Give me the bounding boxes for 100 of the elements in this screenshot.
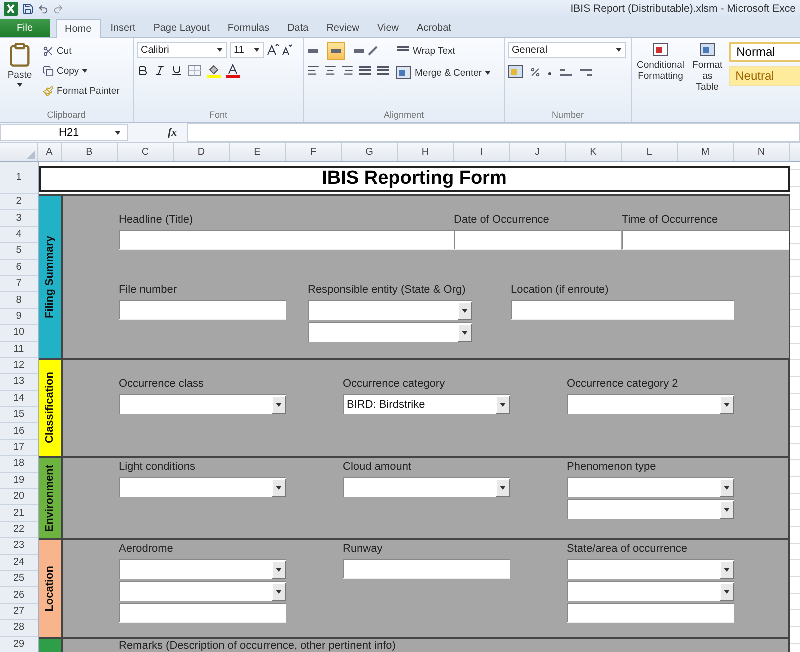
column-header[interactable]: K <box>566 143 622 161</box>
text-field[interactable] <box>454 230 621 250</box>
column-header[interactable]: J <box>510 143 566 161</box>
column-header[interactable]: E <box>230 143 286 161</box>
dropdown-button[interactable] <box>720 560 734 579</box>
font-size-dropdown[interactable]: 11 <box>230 42 264 58</box>
underline-icon[interactable] <box>171 65 183 77</box>
dropdown-field[interactable] <box>567 394 734 414</box>
row-header[interactable]: 13 <box>0 374 38 391</box>
vertical-align-button[interactable] <box>327 42 345 60</box>
text-field[interactable] <box>119 603 286 624</box>
align-center-icon[interactable] <box>324 64 337 77</box>
number-format-dropdown[interactable]: General <box>508 42 626 58</box>
dropdown-field[interactable] <box>567 499 734 520</box>
row-header[interactable]: 16 <box>0 423 38 440</box>
row-header[interactable]: 18 <box>0 456 38 473</box>
row-header[interactable]: 25 <box>0 570 38 588</box>
row-header[interactable]: 7 <box>0 276 38 292</box>
text-field[interactable] <box>343 559 510 580</box>
text-field[interactable] <box>567 603 734 624</box>
ribbon-tab[interactable]: Formulas <box>220 19 278 37</box>
cell-style-item[interactable]: Normal <box>728 42 800 62</box>
ribbon-tab[interactable]: Acrobat <box>408 19 460 37</box>
row-header[interactable]: 9 <box>0 308 38 326</box>
align-right-icon[interactable] <box>341 64 354 77</box>
dropdown-field[interactable] <box>119 581 286 602</box>
dropdown-button[interactable] <box>496 478 510 497</box>
ribbon-tab[interactable]: Page Layout <box>146 19 218 37</box>
increase-decimal-icon[interactable] <box>559 66 573 78</box>
dropdown-field[interactable] <box>308 300 472 320</box>
dropdown-field[interactable] <box>308 322 472 342</box>
decrease-decimal-icon[interactable] <box>579 66 593 78</box>
dropdown-button[interactable] <box>272 582 286 601</box>
row-header[interactable]: 17 <box>0 440 38 456</box>
dropdown-button[interactable] <box>272 560 286 579</box>
wrap-text-button[interactable]: Wrap Text <box>394 42 494 60</box>
dropdown-button[interactable] <box>272 478 286 497</box>
row-header[interactable]: 23 <box>0 538 38 555</box>
dropdown-button[interactable] <box>458 324 472 342</box>
row-header[interactable]: 6 <box>0 260 38 276</box>
dropdown-button[interactable] <box>720 500 734 519</box>
dropdown-field[interactable] <box>119 559 286 580</box>
column-header[interactable]: N <box>734 143 790 161</box>
cell-style-item[interactable]: Neutral <box>728 66 800 86</box>
column-header[interactable]: G <box>342 143 398 161</box>
text-field[interactable] <box>511 300 734 320</box>
dropdown-field[interactable] <box>567 581 734 602</box>
column-header[interactable]: F <box>286 143 342 161</box>
row-header[interactable]: 22 <box>0 522 38 538</box>
row-header[interactable]: 24 <box>0 554 38 571</box>
fill-color-icon[interactable] <box>207 64 221 78</box>
row-header[interactable]: 3 <box>0 210 38 227</box>
format-painter-button[interactable]: Format Painter <box>41 82 122 100</box>
row-header[interactable]: 10 <box>0 325 38 342</box>
bold-icon[interactable] <box>137 65 149 77</box>
dropdown-button[interactable] <box>720 582 734 601</box>
row-header[interactable]: 12 <box>0 358 38 374</box>
dropdown-button[interactable] <box>720 396 734 414</box>
column-header[interactable]: M <box>678 143 734 161</box>
dropdown-button[interactable] <box>458 302 472 320</box>
copy-button[interactable]: Copy <box>41 62 122 80</box>
dropdown-button[interactable] <box>496 396 510 414</box>
ribbon-tab[interactable]: Data <box>280 19 317 37</box>
row-header[interactable]: 2 <box>0 194 38 210</box>
dropdown-field[interactable] <box>567 559 734 580</box>
column-header[interactable]: D <box>174 143 230 161</box>
paste-button[interactable]: Paste <box>3 42 37 108</box>
column-header[interactable]: A <box>38 143 62 161</box>
dropdown-field[interactable] <box>119 394 286 414</box>
file-tab[interactable]: File <box>0 19 50 37</box>
row-header[interactable]: 21 <box>0 505 38 522</box>
save-icon[interactable] <box>22 3 34 15</box>
text-field[interactable] <box>622 230 789 250</box>
row-header[interactable]: 11 <box>0 342 38 358</box>
borders-icon[interactable] <box>188 65 202 77</box>
row-header[interactable]: 4 <box>0 226 38 244</box>
grow-font-icon[interactable] <box>267 44 279 56</box>
column-header[interactable]: B <box>62 143 118 161</box>
ribbon-tab[interactable]: Home <box>56 19 101 38</box>
row-header[interactable]: 1 <box>0 162 38 194</box>
cut-button[interactable]: Cut <box>41 42 122 60</box>
format-as-table-button[interactable]: Format as Table <box>690 42 725 108</box>
dropdown-button[interactable] <box>720 478 734 497</box>
formula-input[interactable] <box>187 123 800 142</box>
row-header[interactable]: 29 <box>0 636 38 652</box>
align-left-icon[interactable] <box>307 64 320 77</box>
column-header[interactable]: I <box>454 143 510 161</box>
dropdown-field[interactable] <box>119 477 286 498</box>
row-header[interactable]: 14 <box>0 390 38 408</box>
italic-icon[interactable] <box>154 65 166 77</box>
ribbon-tab[interactable]: Insert <box>102 19 144 37</box>
row-header[interactable]: 20 <box>0 489 38 506</box>
dropdown-field[interactable]: BIRD: Birdstrike <box>343 394 510 414</box>
row-header[interactable]: 26 <box>0 587 38 604</box>
name-box[interactable]: H21 <box>0 124 128 141</box>
row-header[interactable]: 27 <box>0 604 38 620</box>
dropdown-button[interactable] <box>272 396 286 414</box>
percent-icon[interactable] <box>530 66 541 78</box>
column-header[interactable]: H <box>398 143 454 161</box>
undo-icon[interactable] <box>38 4 49 14</box>
